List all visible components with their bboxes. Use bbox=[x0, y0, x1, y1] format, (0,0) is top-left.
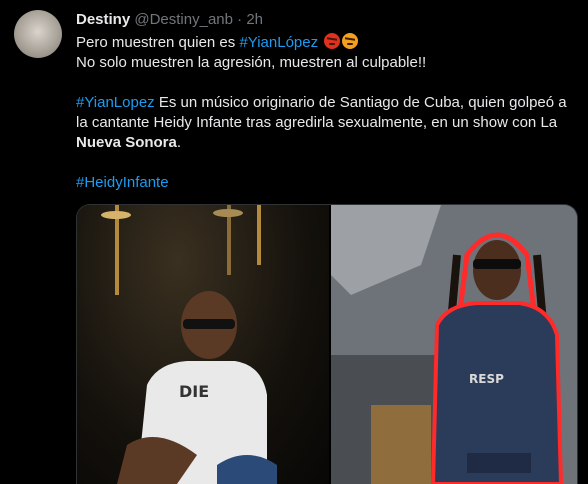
text-segment: Pero muestren quien es bbox=[76, 34, 240, 51]
photo-right[interactable]: RESP bbox=[331, 205, 577, 484]
tweet-header: Destiny @Destiny_anb · 2h bbox=[76, 11, 263, 28]
media-grid[interactable]: DIE RESP bbox=[76, 204, 578, 484]
text-line-1: Pero muestren quien es #YianLópez bbox=[76, 33, 576, 53]
angry-face-icon bbox=[342, 33, 359, 49]
author-handle[interactable]: @Destiny_anb bbox=[134, 11, 233, 28]
angry-red-face-icon bbox=[324, 33, 341, 49]
tweet[interactable]: Destiny @Destiny_anb · 2h Pero muestren … bbox=[0, 0, 588, 484]
author-name[interactable]: Destiny bbox=[76, 11, 130, 28]
hashtag-yianlopez-accent[interactable]: #YianLópez bbox=[239, 34, 318, 51]
svg-text:DIE: DIE bbox=[179, 382, 209, 401]
svg-text:RESP: RESP bbox=[469, 372, 504, 386]
palm-leaf bbox=[101, 211, 131, 219]
text-line-2: No solo muestren la agresión, muestren a… bbox=[76, 54, 427, 71]
hashtag-heidyinfante[interactable]: #HeidyInfante bbox=[76, 174, 169, 191]
palm-leaf bbox=[213, 209, 243, 217]
timestamp[interactable]: 2h bbox=[246, 11, 263, 28]
hashtag-yianlopez[interactable]: #YianLopez bbox=[76, 94, 155, 111]
photo-left[interactable]: DIE bbox=[77, 205, 329, 484]
separator: · bbox=[237, 11, 243, 28]
text-paragraph-2: #YianLopez Es un músico originario de Sa… bbox=[76, 93, 576, 153]
avatar[interactable] bbox=[14, 10, 62, 58]
person-silhouette: DIE bbox=[117, 291, 277, 484]
person-silhouette-highlighted: RESP bbox=[430, 232, 564, 484]
text-segment: . bbox=[176, 134, 182, 151]
text-paragraph-3: #HeidyInfante bbox=[76, 173, 576, 193]
tweet-text: Pero muestren quien es #YianLópez No sol… bbox=[76, 33, 576, 193]
palm-decoration bbox=[257, 205, 261, 265]
bold-text: Nueva Sonora bbox=[76, 134, 177, 151]
